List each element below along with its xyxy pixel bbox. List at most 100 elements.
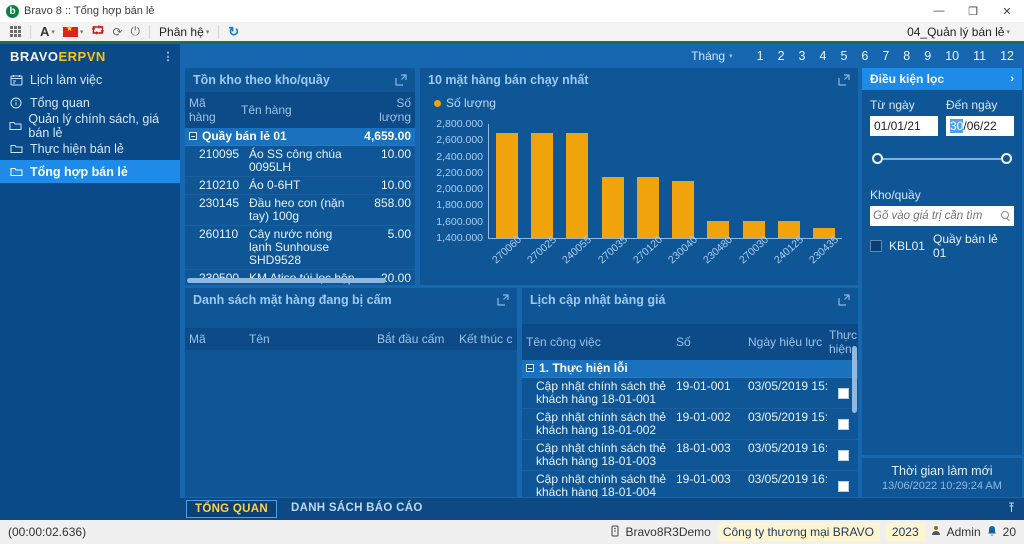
expand-icon[interactable]: [395, 74, 407, 86]
column-header[interactable]: Ngày hiệu lực: [744, 331, 828, 353]
sync-button[interactable]: ⟳: [108, 23, 126, 41]
user-name[interactable]: Admin: [947, 525, 981, 539]
month-11[interactable]: 11: [973, 49, 986, 63]
close-button[interactable]: ✕: [990, 0, 1024, 22]
refresh-button[interactable]: ↻: [224, 23, 243, 41]
execute-checkbox[interactable]: [838, 419, 849, 430]
price-panel-title: Lịch cập nhật bảng giá: [530, 293, 665, 307]
execute-checkbox[interactable]: [838, 481, 849, 492]
warehouse-search: [870, 206, 1014, 226]
sidebar-item-4[interactable]: Tổng hợp bán lẻ: [0, 160, 180, 183]
warehouse-checkbox[interactable]: [870, 240, 882, 252]
execute-checkbox[interactable]: [838, 450, 849, 461]
column-header[interactable]: Số: [672, 331, 744, 353]
inventory-row[interactable]: 230145Đầu heo con (nặn tay) 100g858.00: [185, 195, 415, 226]
bar-270025[interactable]: [531, 133, 553, 238]
price-update-row[interactable]: Cập nhật chính sách thẻ khách hàng 18-01…: [522, 440, 858, 471]
month-5[interactable]: 5: [840, 49, 847, 63]
effective-date: 03/05/2019 15:1: [744, 378, 828, 408]
inventory-row[interactable]: 260110Cây nước nóng lạnh Sunhouse SHD952…: [185, 226, 415, 270]
month-12[interactable]: 12: [1000, 49, 1014, 63]
module-selector[interactable]: 04_Quản lý bán lẻ ▾: [907, 25, 1018, 39]
logout-button[interactable]: ⏻: [127, 23, 145, 41]
column-header[interactable]: Tên: [245, 328, 373, 350]
month-9[interactable]: 9: [924, 49, 931, 63]
chevron-down-icon: ▾: [80, 28, 84, 36]
fiscal-year[interactable]: 2023: [886, 523, 925, 541]
bar-270035[interactable]: [602, 177, 624, 238]
warehouse-list-item[interactable]: KBL01 Quầy bán lẻ 01: [870, 232, 1014, 260]
column-header[interactable]: Mã hàng: [185, 92, 237, 128]
month-8[interactable]: 8: [903, 49, 910, 63]
company-name[interactable]: Công ty thương mại BRAVO: [717, 523, 880, 541]
price-group-row[interactable]: 1. Thực hiện lỗi: [522, 360, 858, 378]
language-button[interactable]: ▾: [59, 23, 88, 41]
inventory-group-row[interactable]: Quầy bán lẻ 014,659.00: [185, 128, 415, 146]
column-header[interactable]: Tên công việc: [522, 331, 672, 353]
column-header[interactable]: Tên hàng: [237, 99, 359, 121]
font-button[interactable]: A ▾: [36, 23, 59, 41]
column-header[interactable]: Mã: [185, 328, 245, 350]
tab-1[interactable]: DANH SÁCH BÁO CÁO: [283, 500, 431, 518]
x-axis-tick: 230480: [701, 234, 735, 266]
month-1[interactable]: 1: [757, 49, 764, 63]
month-2[interactable]: 2: [778, 49, 785, 63]
bar-270120[interactable]: [637, 177, 659, 238]
column-header[interactable]: Bắt đầu cấm: [373, 328, 455, 350]
server-name[interactable]: Bravo8R3Demo: [625, 525, 710, 539]
month-6[interactable]: 6: [861, 49, 868, 63]
month-3[interactable]: 3: [799, 49, 806, 63]
menu-grid-button[interactable]: [6, 23, 25, 41]
collapse-icon[interactable]: [189, 132, 197, 140]
to-date-input[interactable]: 30/06/22: [946, 116, 1014, 136]
notification-bell-icon[interactable]: [987, 525, 997, 539]
bar-240055[interactable]: [566, 133, 588, 238]
warehouse-search-input[interactable]: [873, 210, 1001, 222]
job-number: 19-01-002: [672, 409, 744, 439]
item-name: Cây nước nóng lạnh Sunhouse SHD9528: [245, 226, 359, 269]
column-header[interactable]: Số lượng: [359, 92, 415, 128]
from-date-input[interactable]: 01/01/21: [870, 116, 938, 136]
column-header[interactable]: Kết thúc c: [455, 328, 517, 350]
inventory-row[interactable]: 210095Áo SS công chúa 0095LH10.00: [185, 146, 415, 177]
expand-icon[interactable]: [838, 74, 850, 86]
month-7[interactable]: 7: [882, 49, 889, 63]
collapse-icon[interactable]: [526, 364, 534, 372]
main-toolbar: A ▾ ▾ ⮔ ⟳ ⏻ Phân hệ ▾ ↻ 04_Quản lý bán l…: [0, 22, 1024, 41]
job-name: Cập nhật chính sách thẻ khách hàng 18-01…: [522, 471, 672, 497]
chart-panel-title: 10 mặt hàng bán chạy nhất: [428, 73, 588, 87]
inventory-row[interactable]: 210210Áo 0-6HT10.00: [185, 177, 415, 195]
item-code: 260110: [185, 226, 245, 269]
maximize-button[interactable]: ❐: [956, 0, 990, 22]
warehouse-label: Kho/quầy: [870, 188, 1014, 202]
module-menu-button[interactable]: Phân hệ ▾: [155, 23, 213, 41]
execute-checkbox[interactable]: [838, 388, 849, 399]
bar-230040[interactable]: [672, 181, 694, 238]
export-pdf-button[interactable]: ⮔: [87, 23, 108, 41]
price-update-row[interactable]: Cập nhật chính sách thẻ khách hàng 18-01…: [522, 409, 858, 440]
y-axis-tick: 1,600.000: [436, 216, 489, 228]
minimize-button[interactable]: —: [922, 0, 956, 22]
month-4[interactable]: 4: [819, 49, 826, 63]
sidebar-item-3[interactable]: Thực hiện bán lẻ: [0, 137, 180, 160]
expand-icon[interactable]: [838, 294, 850, 306]
pin-icon[interactable]: [1007, 502, 1016, 516]
price-update-row[interactable]: Cập nhật chính sách thẻ khách hàng 18-01…: [522, 471, 858, 497]
filter-panel-header[interactable]: Điều kiện lọc ›: [862, 68, 1022, 90]
price-table-body: 1. Thực hiện lỗiCập nhật chính sách thẻ …: [522, 360, 858, 497]
y-axis-tick: 1,400.000: [436, 232, 489, 244]
sidebar-item-2[interactable]: Quản lý chính sách, giá bán lẻ: [0, 114, 180, 137]
tab-0[interactable]: TỔNG QUAN: [186, 500, 277, 518]
to-date-rest-text: /06/22: [963, 119, 996, 133]
slider-handle-left[interactable]: [872, 153, 883, 164]
month-10[interactable]: 10: [945, 49, 959, 63]
slider-handle-right[interactable]: [1001, 153, 1012, 164]
date-range-slider[interactable]: [872, 152, 1012, 166]
expand-icon[interactable]: [497, 294, 509, 306]
sidebar-menu-icon[interactable]: ⋮: [163, 50, 181, 63]
horizontal-scrollbar[interactable]: [187, 278, 413, 283]
sidebar-item-0[interactable]: Lịch làm việc: [0, 68, 180, 91]
vertical-scrollbar[interactable]: [852, 346, 857, 493]
bar-270060[interactable]: [496, 133, 518, 238]
price-update-row[interactable]: Cập nhật chính sách thẻ khách hàng 18-01…: [522, 378, 858, 409]
